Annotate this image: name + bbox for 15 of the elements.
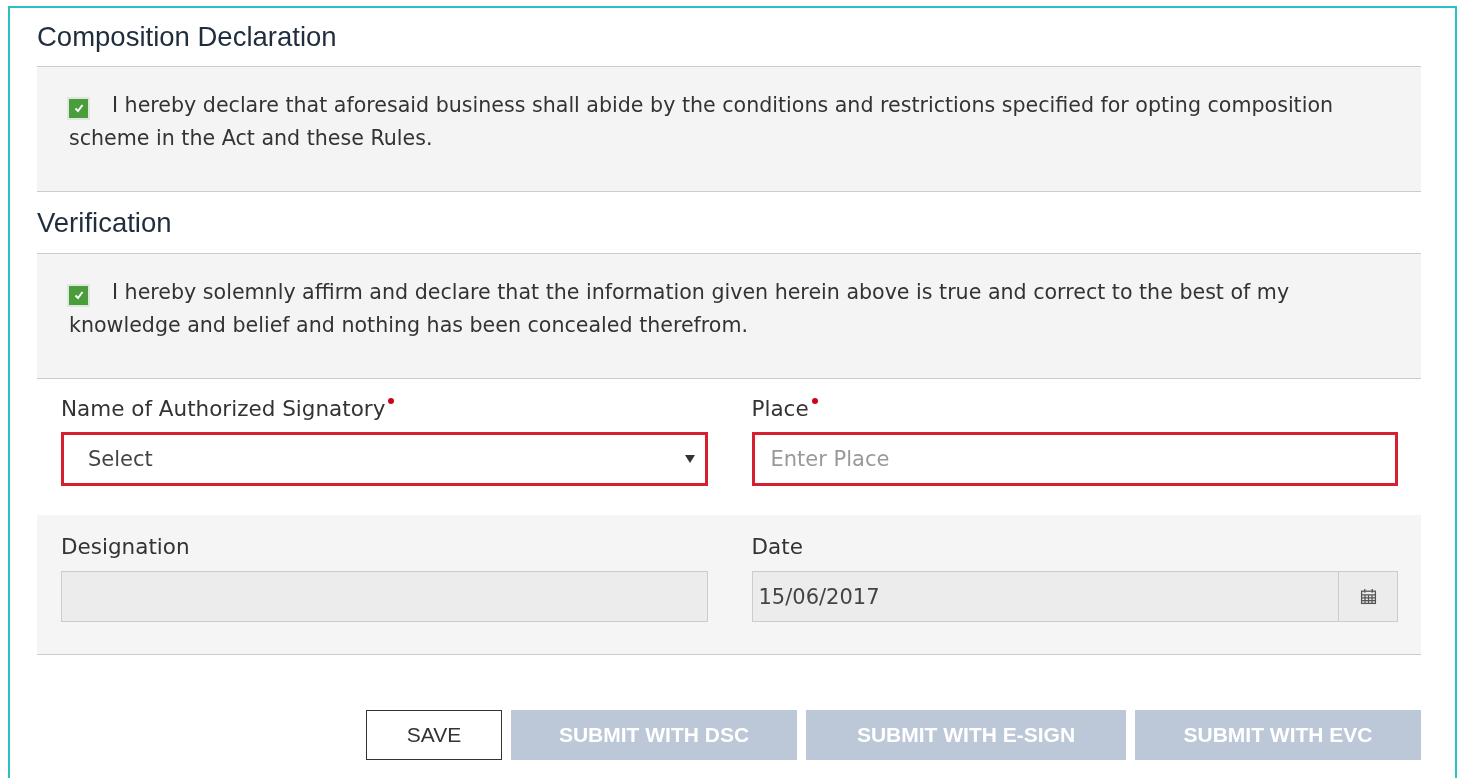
save-button[interactable]: SAVE <box>366 710 502 760</box>
field-label: Date <box>751 533 803 561</box>
check-icon <box>72 102 85 114</box>
select-field[interactable]: Select <box>61 432 708 486</box>
check-icon <box>72 289 85 301</box>
declaration-text: I hereby declare that aforesaid business shall abide by the conditions and restrictions specified for opting composition scheme in the Act and these Rules. <box>69 92 1335 152</box>
checkbox[interactable] <box>69 285 88 305</box>
checkbox[interactable] <box>69 98 88 118</box>
field-label: Place <box>751 395 818 423</box>
declaration-text: I hereby solemnly affirm and declare that the information given herein above is true and correct to the best of my knowledge and belief and nothing has been concealed therefrom. <box>69 279 1291 339</box>
caret-icon <box>684 455 695 463</box>
field-label: Name of Authorized Signatory <box>61 395 395 423</box>
field-label: Designation <box>61 533 190 561</box>
input-field[interactable]: Enter Place <box>751 432 1398 486</box>
calendar-icon <box>1359 588 1377 605</box>
